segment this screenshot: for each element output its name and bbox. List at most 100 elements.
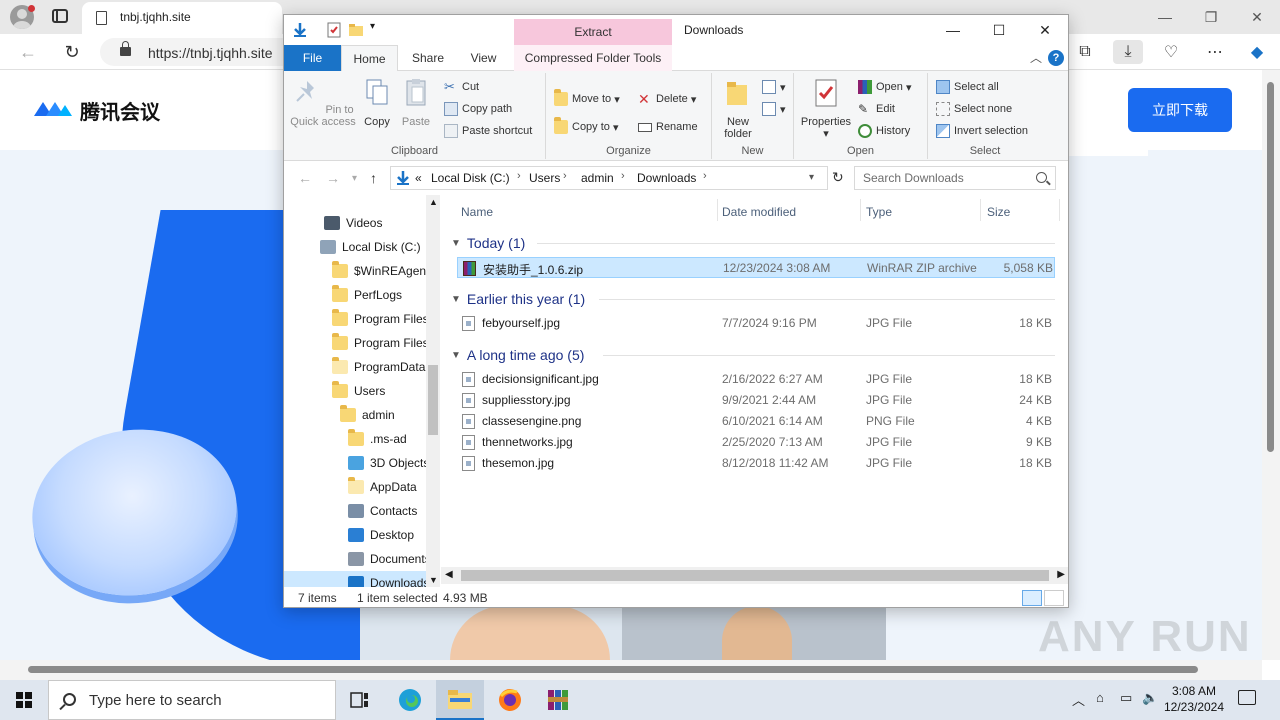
group-header[interactable]: ▼ Earlier this year (1) [451,289,585,309]
file-row[interactable]: decisionsignificant.jpg 2/16/2022 6:27 AM… [457,369,1055,390]
task-view-icon[interactable] [336,680,384,720]
column-date-modified[interactable]: Date modified [722,205,796,219]
file-list-horizontal-scrollbar[interactable]: ◀ ▶ [441,567,1068,584]
tencent-meeting-logo-icon[interactable] [32,98,74,120]
address-history-icon[interactable]: ▾ [809,172,814,183]
winrar-icon[interactable] [534,680,582,720]
more-menu-icon[interactable]: ⋯ [1200,40,1230,64]
nav-item[interactable]: PerfLogs [284,283,426,307]
copilot-icon[interactable]: ◆ [1242,40,1272,64]
column-name[interactable]: Name [461,205,493,219]
easy-access-button[interactable]: ▾ [762,99,786,119]
nav-item[interactable]: .ms-ad [284,427,426,451]
explorer-minimize-button[interactable]: — [930,15,976,45]
file-explorer-icon[interactable] [436,680,484,720]
downloads-icon[interactable]: ⤓ [1113,40,1143,64]
new-folder-quick-icon[interactable] [348,22,364,38]
pin-to-quick-access-button[interactable]: Pin to Quick access [290,77,356,128]
file-row[interactable]: 安装助手_1.0.6.zip 12/23/2024 3:08 AM WinRAR Z… [457,257,1055,278]
tab-view[interactable]: View [455,45,512,71]
invert-selection-button[interactable]: Invert selection [936,121,1028,141]
file-row[interactable]: classesengine.png 6/10/2021 6:14 AM PNG Fi… [457,411,1055,432]
page-horizontal-scrollbar[interactable] [0,660,1262,680]
breadcrumb-overflow[interactable]: « [415,171,422,185]
copy-button[interactable]: Copy [360,77,394,128]
paste-button[interactable]: Paste [398,77,434,128]
up-arrow-icon[interactable]: ↑ [370,170,377,186]
tab-share[interactable]: Share [401,45,455,71]
extract-context-tab[interactable]: Extract [514,19,672,45]
breadcrumb-separator-icon[interactable]: › [621,170,625,182]
forward-arrow-icon[interactable]: → [326,170,340,186]
site-logo-text[interactable]: 腾讯会议 [80,96,160,125]
column-type[interactable]: Type [866,205,892,219]
taskbar-search-box[interactable]: Type here to search [48,680,336,720]
file-row[interactable]: thennetworks.jpg 2/25/2020 7:13 AM JPG Fil… [457,432,1055,453]
customize-quick-access-icon[interactable]: ▾ [370,21,375,32]
copy-path-button[interactable]: Copy path [444,99,512,119]
nav-item[interactable]: AppData [284,475,426,499]
show-hidden-icons-icon[interactable]: ︿ [1072,690,1085,709]
start-button[interactable] [0,680,48,720]
breadcrumb-separator-icon[interactable]: › [703,170,707,182]
open-button[interactable]: Open ▾ [858,77,912,97]
browser-essentials-icon[interactable]: ♡ [1156,40,1186,64]
browser-restore-button[interactable]: ❐ [1188,0,1234,34]
nav-item[interactable]: Program Files (x86) [284,331,426,355]
select-all-button[interactable]: Select all [936,77,999,97]
scroll-up-icon[interactable]: ▲ [429,197,438,207]
breadcrumb-users[interactable]: Users [529,171,560,185]
edit-button[interactable]: ✎ Edit [858,99,895,119]
copy-to-button[interactable]: Copy to ▾ [554,117,619,137]
column-size[interactable]: Size [987,205,1010,219]
large-icons-view-icon[interactable] [1044,590,1064,606]
rename-button[interactable]: Rename [638,117,698,137]
properties-button[interactable]: Properties ▾ [798,77,854,140]
tab-home[interactable]: Home [341,45,398,72]
breadcrumb-local-disk[interactable]: Local Disk (C:) [431,171,510,185]
select-none-button[interactable]: Select none [936,99,1012,119]
nav-item[interactable]: 3D Objects [284,451,426,475]
nav-item[interactable]: Documents [284,547,426,571]
tab-file[interactable]: File [284,45,341,71]
nav-item[interactable]: Videos [284,211,426,235]
nav-item[interactable]: Users [284,379,426,403]
back-icon[interactable]: ← [14,40,42,64]
taskbar-clock[interactable]: 3:08 AM 12/23/2024 [1160,683,1228,715]
nav-item[interactable]: Local Disk (C:) [284,235,426,259]
new-item-button[interactable]: ▾ [762,77,786,97]
browser-tab[interactable]: tnbj.tjqhh.site [82,2,282,34]
lock-icon[interactable] [120,41,131,56]
refresh-icon[interactable]: ↻ [832,169,844,186]
group-chevron-icon[interactable]: ▼ [451,350,461,361]
refresh-icon[interactable]: ↻ [58,40,86,64]
help-icon[interactable]: ? [1048,50,1064,66]
browser-close-button[interactable]: ✕ [1234,0,1280,34]
search-downloads-input[interactable]: Search Downloads [854,166,1056,190]
explorer-maximize-button[interactable]: ☐ [976,15,1022,45]
firefox-icon[interactable] [486,680,534,720]
cut-button[interactable]: ✂ Cut [444,77,479,97]
network-icon[interactable]: ▭ [1120,690,1132,706]
tab-actions-icon[interactable] [52,9,68,23]
file-row[interactable]: febyourself.jpg 7/7/2024 9:16 PM JPG File 1… [457,313,1055,334]
nav-item[interactable]: Desktop [284,523,426,547]
details-view-icon[interactable] [1022,590,1042,606]
history-button[interactable]: History [858,121,910,141]
move-to-button[interactable]: Move to ▾ [554,89,620,109]
new-folder-button[interactable]: New folder [718,77,758,140]
nav-item[interactable]: ProgramData [284,355,426,379]
explorer-address-bar[interactable]: « Local Disk (C:) › Users › admin › Down… [390,166,828,190]
nav-item[interactable]: Contacts [284,499,426,523]
group-header[interactable]: ▼ A long time ago (5) [451,345,584,365]
breadcrumb-separator-icon[interactable]: › [517,170,521,182]
collapse-ribbon-icon[interactable]: ︿ [1030,49,1042,66]
search-icon[interactable] [1036,172,1047,183]
nav-item[interactable]: admin [284,403,426,427]
delete-button[interactable]: ✕ Delete ▾ [638,89,696,109]
nav-item[interactable]: $WinREAgent [284,259,426,283]
scroll-left-icon[interactable]: ◀ [445,569,453,580]
edge-browser-icon[interactable] [386,680,434,720]
nav-item[interactable]: Program Files [284,307,426,331]
volume-icon[interactable]: 🔈 [1142,690,1158,706]
